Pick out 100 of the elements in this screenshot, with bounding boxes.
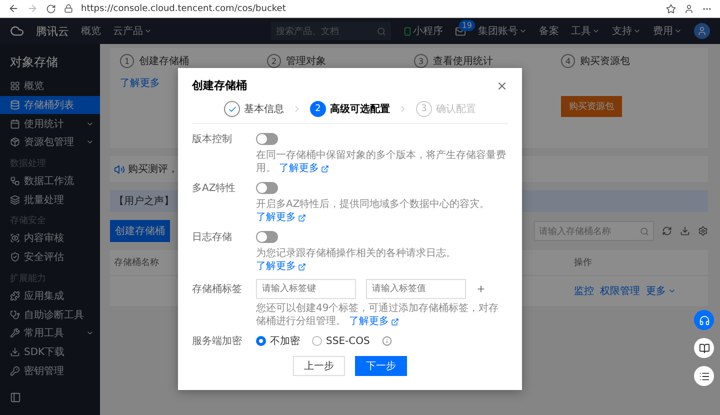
sidebar-item[interactable]: 安全评估: [0, 248, 100, 266]
sidebar-item[interactable]: 常用工具: [0, 324, 100, 343]
star-icon[interactable]: [666, 4, 676, 14]
external-link-icon: [298, 262, 306, 270]
notice-text: 购买测评，: [128, 162, 178, 176]
nav-link[interactable]: 备案: [539, 24, 559, 38]
sidebar-item[interactable]: 概览: [0, 77, 100, 96]
field-label: 存储桶标签: [192, 282, 243, 296]
grid-icon: [10, 81, 20, 92]
collapse-icon[interactable]: [10, 392, 21, 403]
sidebar-item[interactable]: 密钥管理: [0, 361, 100, 380]
reload-icon[interactable]: [46, 4, 56, 14]
headset-icon: [698, 314, 710, 326]
calendar-icon: [10, 118, 20, 129]
step-label: 确认配置: [436, 102, 476, 116]
dialog-title: 创建存储桶: [192, 78, 247, 93]
tag-value-field[interactable]: 请输入标签值: [366, 279, 466, 299]
buy-button[interactable]: 购买资源包: [561, 96, 622, 117]
toggle-switch[interactable]: [256, 231, 278, 243]
mini-program-link[interactable]: 小程序: [403, 24, 443, 38]
sidebar-item[interactable]: 内容审核: [0, 229, 100, 248]
add-icon[interactable]: [476, 284, 486, 294]
tag-key-field[interactable]: 请输入标签键: [256, 279, 356, 299]
step-title: 创建存储桶: [139, 54, 189, 68]
count-badge: 19: [458, 20, 475, 30]
learn-more-link[interactable]: 了解更多: [279, 162, 330, 175]
speaker-icon: [114, 164, 125, 174]
phone-icon: [403, 26, 412, 36]
previous-button[interactable]: 上一步: [293, 356, 345, 376]
toggle-switch[interactable]: [256, 133, 278, 145]
create-bucket-button[interactable]: 创建存储桶: [110, 220, 170, 242]
profile-icon[interactable]: [684, 4, 694, 14]
radio-button[interactable]: [312, 336, 322, 346]
puzzle-icon: [10, 290, 20, 301]
shield-icon: [10, 252, 20, 262]
hint-text: 您还可以创建49个标签，可通过添加存储桶标签，对存储桶进行分组管理。 了解更多: [256, 302, 500, 328]
step-title: 购买资源包: [580, 55, 630, 68]
key-icon: [10, 366, 20, 376]
nav-link[interactable]: 支持: [612, 24, 641, 38]
caret-icon: [674, 27, 682, 35]
settings-icon[interactable]: [698, 226, 708, 236]
caret-icon: [519, 27, 527, 35]
sidebar-item[interactable]: SDK下载: [0, 342, 100, 362]
check-icon: [228, 104, 236, 114]
nav-link[interactable]: 费用: [653, 24, 682, 38]
field-label: 服务端加密: [192, 334, 243, 348]
nav-link[interactable]: 云产品: [113, 24, 152, 38]
caret-icon: [668, 287, 676, 295]
avatar[interactable]: [694, 23, 710, 39]
wrench-icon: [10, 328, 20, 338]
learn-more-link[interactable]: 了解更多: [256, 260, 306, 273]
download-icon[interactable]: [680, 226, 690, 236]
close-icon[interactable]: [496, 80, 508, 92]
sidebar-item[interactable]: 应用集成: [0, 286, 100, 306]
step-number: 1: [120, 54, 134, 68]
user-icon: [697, 26, 707, 36]
search-icon[interactable]: [377, 26, 386, 36]
next-button[interactable]: 下一步: [355, 356, 407, 376]
back-icon[interactable]: [8, 3, 19, 14]
search-icon[interactable]: [640, 226, 649, 236]
action-link[interactable]: 权限管理: [600, 284, 640, 298]
scan-icon: [10, 233, 20, 244]
action-link[interactable]: 监控: [574, 284, 594, 298]
layers-icon: [10, 194, 20, 205]
radio-label[interactable]: 不加密: [270, 334, 300, 348]
external-link-icon: [321, 164, 330, 172]
nav-link[interactable]: 工具: [571, 24, 600, 38]
caret-icon: [144, 27, 152, 35]
sidebar-item[interactable]: 使用统计: [0, 114, 100, 134]
field-label: 日志存储: [192, 230, 233, 244]
address-bar[interactable]: https://console.cloud.tencent.com/cos/bucket: [81, 4, 658, 14]
learn-more-link[interactable]: 了解更多: [256, 211, 306, 224]
learn-more-link[interactable]: 了解更多: [349, 315, 400, 328]
radio-label[interactable]: SSE-COS: [326, 336, 370, 346]
step-title: 查看使用统计: [433, 54, 493, 68]
hint-text: 在同一存储桶中保留对象的多个版本，将产生存储容量费用。 了解更多: [256, 149, 507, 175]
search-field[interactable]: 请输入存储桶名称: [534, 221, 654, 241]
hint-text: 为您记录跟存储桶操作相关的各种请求日志。 了解更多: [256, 247, 457, 273]
sidebar-item[interactable]: 自助诊断工具: [0, 305, 100, 324]
external-link-icon: [298, 214, 306, 222]
radio-button[interactable]: [256, 336, 266, 346]
column-header: 存储桶名称: [114, 256, 159, 269]
sidebar-item[interactable]: 批量处理: [0, 190, 100, 210]
info-icon[interactable]: [382, 336, 392, 346]
sidebar-item[interactable]: 存储桶列表: [0, 96, 100, 114]
brand-name[interactable]: 腾讯云: [36, 24, 69, 38]
step-label: 基本信息: [244, 102, 284, 116]
sidebar-item[interactable]: 资源包管理: [0, 133, 100, 152]
step-number: 4: [561, 54, 575, 68]
refresh-icon[interactable]: [662, 226, 672, 236]
step-indicator: 2: [310, 101, 326, 117]
workflow-icon: [10, 176, 20, 186]
action-link[interactable]: 更多: [646, 284, 676, 298]
caret-icon: [592, 27, 600, 35]
sidebar-item[interactable]: 数据工作流: [0, 172, 100, 190]
nav-link[interactable]: 概览: [81, 24, 101, 38]
toggle-switch[interactable]: [256, 182, 278, 194]
learn-more-link[interactable]: 了解更多: [120, 76, 160, 90]
nav-link[interactable]: 集团账号: [478, 24, 527, 38]
column-header: 操作: [574, 256, 592, 269]
